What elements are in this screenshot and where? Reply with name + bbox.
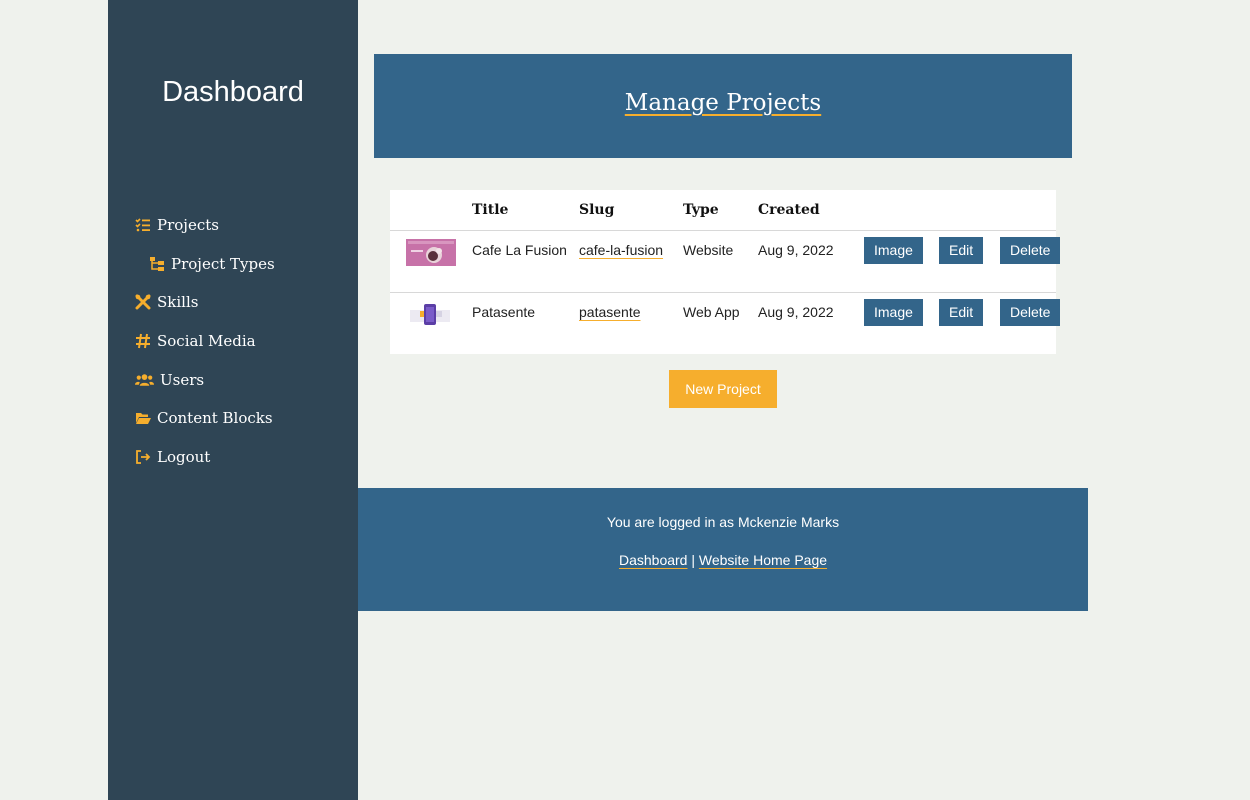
project-thumbnail bbox=[406, 238, 456, 266]
logout-icon bbox=[134, 449, 151, 465]
hashtag-icon bbox=[134, 333, 151, 349]
project-type: Website bbox=[683, 229, 758, 292]
sidebar-item-label: Project Types bbox=[171, 254, 275, 273]
column-header-slug: Slug bbox=[579, 201, 615, 218]
footer-separator: | bbox=[691, 552, 695, 568]
footer: You are logged in as Mckenzie Marks Dash… bbox=[358, 488, 1088, 611]
table-row: Cafe La Fusion cafe-la-fusion Website Au… bbox=[390, 229, 1061, 292]
slug-cell: patasente bbox=[579, 291, 683, 354]
project-thumbnail bbox=[406, 300, 456, 328]
project-created: Aug 9, 2022 bbox=[758, 229, 850, 292]
sidebar-item-project-types[interactable]: Project Types bbox=[134, 245, 275, 284]
table-row: Patasente patasente Web App Aug 9, 2022 … bbox=[390, 291, 1061, 354]
projects-table: Title Slug Type Created Cafe La Fusion c… bbox=[390, 190, 1061, 354]
actions-cell: Image Edit Delete bbox=[850, 229, 1061, 292]
users-icon bbox=[134, 372, 154, 388]
image-button[interactable]: Image bbox=[864, 298, 923, 326]
tools-icon bbox=[134, 294, 151, 310]
sitemap-icon bbox=[148, 256, 165, 272]
column-header-actions bbox=[850, 190, 1056, 230]
sidebar-item-label: Content Blocks bbox=[157, 409, 273, 428]
project-slug-link[interactable]: cafe-la-fusion bbox=[579, 242, 663, 258]
actions-cell: Image Edit Delete bbox=[850, 291, 1061, 354]
edit-button[interactable]: Edit bbox=[939, 298, 984, 326]
sidebar-item-label: Users bbox=[160, 370, 205, 389]
login-status: You are logged in as Mckenzie Marks bbox=[606, 514, 840, 530]
footer-links: Dashboard | Website Home Page bbox=[358, 552, 1088, 568]
sidebar-item-logout[interactable]: Logout bbox=[134, 438, 275, 477]
column-header-type: Type bbox=[683, 201, 719, 218]
sidebar-item-label: Skills bbox=[157, 293, 199, 312]
new-project-button[interactable]: New Project bbox=[669, 370, 777, 408]
sidebar-item-social-media[interactable]: Social Media bbox=[134, 322, 275, 361]
project-title: Patasente bbox=[472, 291, 579, 354]
header-panel: Manage Projects bbox=[374, 54, 1072, 158]
project-created: Aug 9, 2022 bbox=[758, 291, 850, 354]
sidebar-item-projects[interactable]: Projects bbox=[134, 206, 275, 245]
sidebar: Dashboard Projects Project Types Skills … bbox=[108, 0, 358, 800]
column-header-thumbnail bbox=[390, 190, 472, 230]
table-header-row: Title Slug Type Created bbox=[390, 190, 1056, 230]
thumbnail-cell bbox=[390, 229, 472, 292]
sidebar-item-label: Logout bbox=[157, 447, 211, 466]
slug-cell: cafe-la-fusion bbox=[579, 229, 683, 292]
project-title: Cafe La Fusion bbox=[472, 229, 579, 292]
delete-button[interactable]: Delete bbox=[1000, 298, 1061, 326]
image-button[interactable]: Image bbox=[864, 236, 923, 264]
sidebar-title[interactable]: Dashboard bbox=[108, 76, 358, 109]
sidebar-item-label: Projects bbox=[157, 216, 219, 235]
thumbnail-cell bbox=[390, 291, 472, 354]
sidebar-nav: Projects Project Types Skills Social Med… bbox=[134, 206, 275, 476]
list-check-icon bbox=[134, 217, 151, 233]
footer-home-link[interactable]: Website Home Page bbox=[699, 552, 827, 568]
column-header-title: Title bbox=[472, 201, 509, 218]
page-title[interactable]: Manage Projects bbox=[374, 90, 1072, 116]
delete-button[interactable]: Delete bbox=[1000, 236, 1061, 264]
sidebar-item-content-blocks[interactable]: Content Blocks bbox=[134, 399, 275, 438]
folder-open-icon bbox=[134, 410, 151, 426]
sidebar-item-users[interactable]: Users bbox=[134, 360, 275, 399]
project-type: Web App bbox=[683, 291, 758, 354]
project-slug-link[interactable]: patasente bbox=[579, 304, 641, 320]
sidebar-item-skills[interactable]: Skills bbox=[134, 283, 275, 322]
column-header-created: Created bbox=[758, 201, 820, 218]
footer-dashboard-link[interactable]: Dashboard bbox=[619, 552, 688, 568]
sidebar-item-label: Social Media bbox=[157, 332, 256, 351]
edit-button[interactable]: Edit bbox=[939, 236, 984, 264]
